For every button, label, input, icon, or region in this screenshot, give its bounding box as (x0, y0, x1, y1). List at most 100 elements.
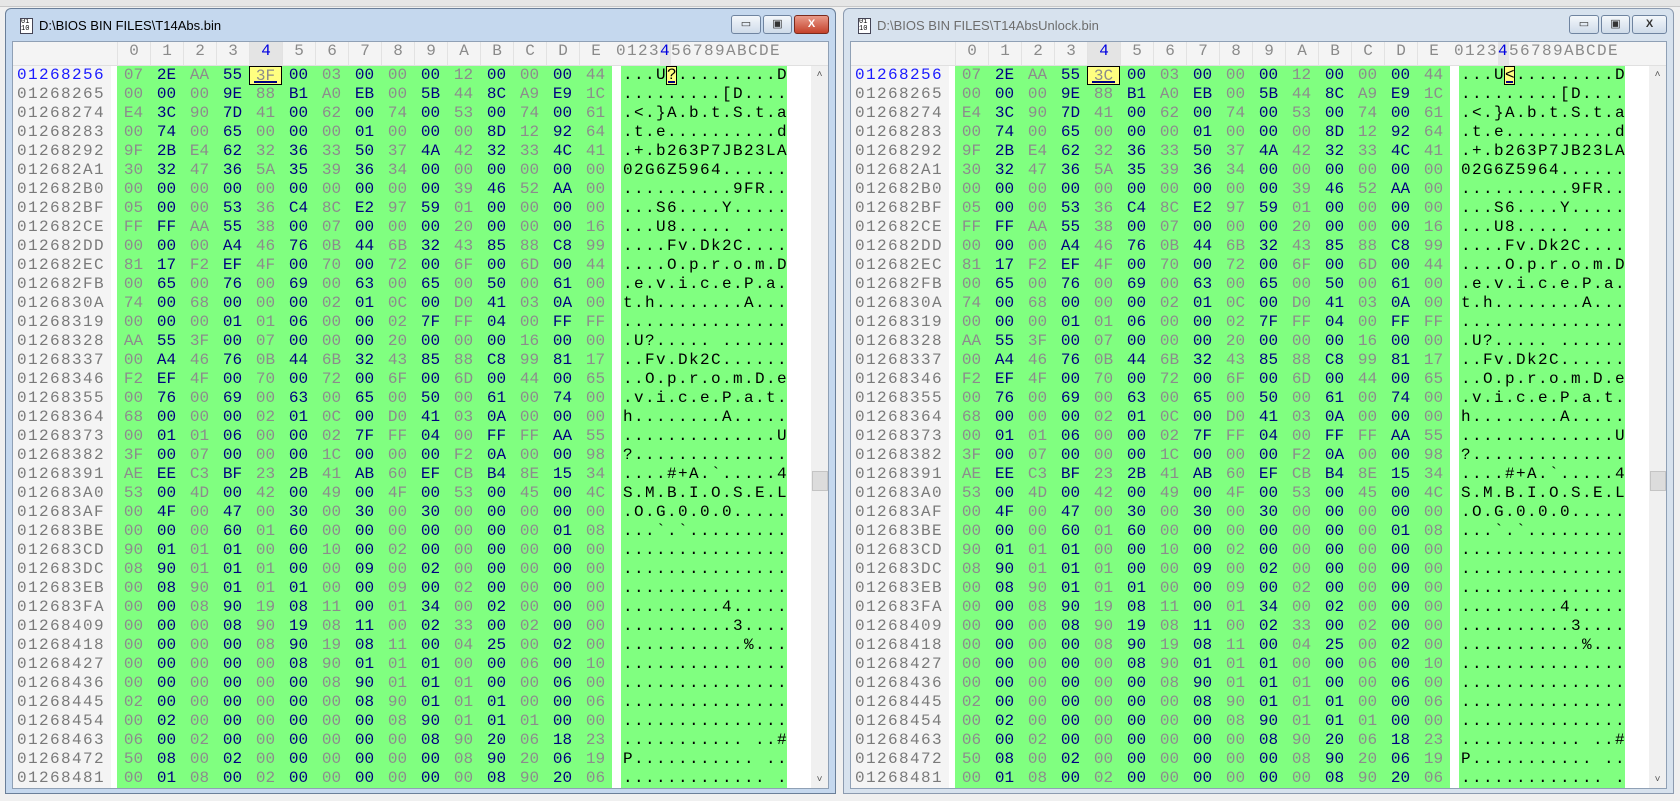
hex-byte[interactable]: 44 (282, 351, 315, 370)
hex-byte[interactable]: 00 (348, 712, 381, 731)
hex-byte[interactable]: A9 (513, 85, 546, 104)
hex-byte[interactable]: AA (1384, 180, 1417, 199)
hex-byte[interactable]: 17 (150, 256, 183, 275)
hex-byte[interactable]: C8 (1384, 237, 1417, 256)
hex-byte[interactable]: 00 (117, 275, 150, 294)
hex-byte[interactable]: 00 (480, 332, 513, 351)
hex-byte[interactable]: 01 (1021, 541, 1054, 560)
hex-byte[interactable]: 0C (1153, 408, 1186, 427)
hex-byte[interactable]: 01 (1219, 598, 1252, 617)
hex-byte[interactable]: 00 (579, 579, 612, 598)
hex-byte[interactable]: 00 (1417, 674, 1450, 693)
hex-byte[interactable]: 44 (348, 237, 381, 256)
hex-byte[interactable]: 00 (1219, 769, 1252, 788)
hex-byte[interactable]: 00 (1120, 256, 1153, 275)
hex-byte[interactable]: 01 (1087, 560, 1120, 579)
hex-byte[interactable]: 19 (315, 636, 348, 655)
hex-byte[interactable]: 00 (381, 617, 414, 636)
hex-byte[interactable]: FF (546, 313, 579, 332)
hex-byte[interactable]: 00 (315, 123, 348, 142)
hex-byte[interactable]: 90 (955, 541, 988, 560)
hex-byte[interactable]: 00 (1021, 180, 1054, 199)
hex-byte[interactable]: 90 (414, 712, 447, 731)
hex-byte[interactable]: 6D (513, 256, 546, 275)
hex-byte[interactable]: FF (381, 427, 414, 446)
hex-byte[interactable]: FF (955, 218, 988, 237)
hex-byte[interactable]: 20 (1219, 332, 1252, 351)
hex-byte[interactable]: C3 (1021, 465, 1054, 484)
hex-byte[interactable]: 12 (513, 123, 546, 142)
hex-byte[interactable]: 00 (988, 313, 1021, 332)
hex-byte[interactable]: 02 (1252, 617, 1285, 636)
hex-byte[interactable]: 00 (546, 66, 579, 85)
hex-byte[interactable]: 02 (1153, 427, 1186, 446)
hex-byte[interactable]: 32 (1087, 142, 1120, 161)
hex-byte[interactable]: 08 (150, 579, 183, 598)
hex-byte[interactable]: 06 (955, 731, 988, 750)
hex-byte[interactable]: 70 (315, 256, 348, 275)
hex-byte[interactable]: 00 (447, 560, 480, 579)
hex-byte[interactable]: 32 (1252, 237, 1285, 256)
hex-byte[interactable]: 76 (1120, 237, 1153, 256)
hex-byte[interactable]: 90 (513, 769, 546, 788)
hex-byte[interactable]: 25 (1318, 636, 1351, 655)
hex-byte[interactable]: 41 (414, 408, 447, 427)
hex-byte[interactable]: 61 (579, 104, 612, 123)
hex-byte[interactable]: 00 (381, 503, 414, 522)
hex-byte[interactable]: BF (216, 465, 249, 484)
hex-byte[interactable]: 00 (1318, 484, 1351, 503)
hex-byte[interactable]: 90 (1219, 693, 1252, 712)
hex-byte[interactable]: 00 (513, 313, 546, 332)
hex-byte[interactable]: 00 (1087, 275, 1120, 294)
hex-byte[interactable]: 00 (414, 294, 447, 313)
hex-byte[interactable]: 00 (1021, 693, 1054, 712)
hex-byte[interactable]: 08 (282, 655, 315, 674)
hex-byte[interactable]: 00 (1186, 218, 1219, 237)
ascii-text[interactable]: ...........%... (1461, 636, 1626, 654)
hex-byte[interactable]: EF (988, 370, 1021, 389)
hex-byte[interactable]: 00 (1120, 484, 1153, 503)
hex-byte[interactable]: 00 (216, 655, 249, 674)
hex-byte[interactable]: 50 (1186, 142, 1219, 161)
hex-byte[interactable]: 01 (249, 579, 282, 598)
hex-byte[interactable]: 01 (988, 541, 1021, 560)
hex-byte[interactable]: 19 (1417, 750, 1450, 769)
hex-byte[interactable]: A4 (988, 351, 1021, 370)
hex-byte[interactable]: 00 (1351, 560, 1384, 579)
hex-byte[interactable]: 74 (381, 104, 414, 123)
hex-byte[interactable]: 00 (414, 522, 447, 541)
hex-byte[interactable]: 00 (183, 503, 216, 522)
hex-byte[interactable]: 00 (480, 370, 513, 389)
hex-byte[interactable]: 0A (1318, 446, 1351, 465)
hex-byte[interactable]: 00 (1318, 199, 1351, 218)
hex-byte[interactable]: CB (447, 465, 480, 484)
hex-byte[interactable]: 65 (216, 123, 249, 142)
hex-byte[interactable]: 90 (480, 750, 513, 769)
hex-byte[interactable]: 33 (1351, 142, 1384, 161)
hex-byte[interactable]: 06 (117, 731, 150, 750)
hex-byte[interactable]: 01 (348, 294, 381, 313)
hex-byte[interactable]: 10 (1417, 655, 1450, 674)
ascii-text[interactable]: ............... (623, 693, 788, 711)
hex-byte[interactable]: 00 (1186, 541, 1219, 560)
hex-byte[interactable]: 08 (348, 693, 381, 712)
hex-byte[interactable]: D0 (447, 294, 480, 313)
hex-byte[interactable]: 47 (183, 161, 216, 180)
hex-byte[interactable]: 50 (480, 275, 513, 294)
hex-byte[interactable]: 02 (955, 693, 988, 712)
hex-byte[interactable]: 68 (955, 408, 988, 427)
hex-byte[interactable]: 00 (249, 655, 282, 674)
hex-byte[interactable]: 4A (414, 142, 447, 161)
hex-byte[interactable]: 19 (1153, 636, 1186, 655)
hex-byte[interactable]: 9F (955, 142, 988, 161)
hex-byte[interactable]: 01 (1186, 294, 1219, 313)
hex-byte[interactable]: 01 (988, 769, 1021, 788)
hex-byte[interactable]: 00 (1153, 769, 1186, 788)
hex-byte[interactable]: 00 (1120, 123, 1153, 142)
hex-byte[interactable]: 00 (348, 313, 381, 332)
ascii-text[interactable]: ............... (623, 560, 788, 578)
hex-byte[interactable]: 85 (414, 351, 447, 370)
hex-byte[interactable]: 00 (348, 731, 381, 750)
hex-byte[interactable]: 99 (1351, 351, 1384, 370)
hex-byte[interactable]: C8 (480, 351, 513, 370)
